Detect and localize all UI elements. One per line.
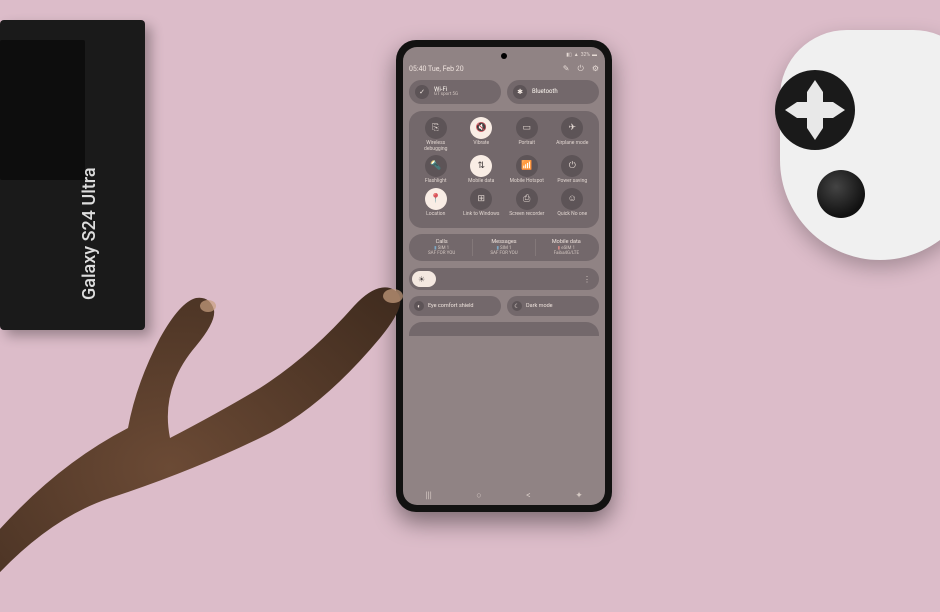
qs-tile-icon: ⎙ [516,188,538,210]
qs-tile-label: Vibrate [473,141,489,147]
product-box-label: Galaxy S24 Ultra [79,167,100,300]
brightness-slider[interactable]: ☀ ⋮ [409,268,599,290]
clock-text: 05:40 [409,65,426,73]
nav-back-icon[interactable]: < [526,491,531,501]
qs-tile-icon: ☺ [561,188,583,210]
phone-frame: ▮▯ ▲ 32% ▬ 05:40 Tue, Feb 20 ✎ ⏻ ⚙ ✓ Wi-… [396,40,612,512]
qs-tile-quick-no-one[interactable]: ☺ Quick No one [552,188,592,218]
brightness-icon: ☀ [418,275,425,284]
wifi-pill-sub: GT sport 5G [434,93,458,98]
product-box-art [0,40,85,180]
battery-icon: ▬ [592,52,597,58]
qs-tile-mobile-data[interactable]: ⇅ Mobile data [461,155,501,185]
sim-calls[interactable]: Calls ▮ SIM 1 SAF FOR YOU [411,239,472,256]
qs-tile-label: Mobile data [468,179,494,185]
eye-icon: ◐ [414,301,424,311]
qs-tile-label: Airplane mode [556,141,588,147]
front-camera-icon [501,53,507,59]
bluetooth-pill-icon: ✱ [513,85,527,99]
sim-messages[interactable]: Messages ▮ SIM 1 SAF FOR YOU [472,239,534,256]
qs-tile-screen-recorder[interactable]: ⎙ Screen recorder [507,188,547,218]
qs-tile-label: Power saving [557,179,587,185]
date-text: Tue, Feb 20 [428,65,464,73]
phone-screen[interactable]: ▮▯ ▲ 32% ▬ 05:40 Tue, Feb 20 ✎ ⏻ ⚙ ✓ Wi-… [403,47,605,505]
dark-mode-button[interactable]: ☾ Dark mode [507,296,599,316]
sim-mobile-data[interactable]: Mobile data ▮ eSIM 1 Faiba4G/LTE [535,239,597,256]
edit-icon[interactable]: ✎ [563,64,570,74]
nav-assist-icon[interactable]: ✦ [575,491,583,501]
qs-tile-flashlight[interactable]: 🔦 Flashlight [416,155,456,185]
product-box: Galaxy S24 Ultra [0,20,145,330]
qs-tile-label: Quick No one [557,212,587,218]
qs-tile-icon: ⇅ [470,155,492,177]
qs-tile-label: Wireless debugging [416,141,456,152]
qs-tile-icon: 🔇 [470,117,492,139]
qs-tile-portrait[interactable]: ▭ Portrait [507,117,547,152]
qs-tile-icon: 🔦 [425,155,447,177]
qs-tile-airplane-mode[interactable]: ✈ Airplane mode [552,117,592,152]
bluetooth-pill-label: Bluetooth [532,89,558,95]
qs-tile-label: Location [426,212,445,218]
settings-icon[interactable]: ⚙ [592,64,599,74]
qs-tile-icon: ▭ [516,117,538,139]
qs-tile-wireless-debugging[interactable]: ⎘ Wireless debugging [416,117,456,152]
qs-tile-vibrate[interactable]: 🔇 Vibrate [461,117,501,152]
signal-icon: ▮▯ [566,52,572,58]
qs-tile-icon: 📍 [425,188,447,210]
qs-tile-label: Portrait [518,141,535,147]
nav-bar: ||| ○ < ✦ [403,490,605,501]
wifi-pill[interactable]: ✓ Wi-Fi GT sport 5G [409,80,501,104]
eye-comfort-button[interactable]: ◐ Eye comfort shield [409,296,501,316]
qs-tile-icon: ✈ [561,117,583,139]
wifi-icon: ▲ [574,52,579,58]
wifi-pill-icon: ✓ [415,85,429,99]
qs-tile-label: Flashlight [425,179,447,185]
qs-tile-mobile-hotspot[interactable]: 📶 Mobile Hotspot [507,155,547,185]
qs-header: 05:40 Tue, Feb 20 ✎ ⏻ ⚙ [409,63,599,75]
qs-tile-location[interactable]: 📍 Location [416,188,456,218]
qs-tile-label: Screen recorder [509,212,544,218]
nav-recent-icon[interactable]: ||| [425,491,432,501]
game-controller [765,30,940,270]
qs-tile-link-to-windows[interactable]: ⊞ Link to Windows [461,188,501,218]
qs-tile-power-saving[interactable]: ⏻ Power saving [552,155,592,185]
quick-tiles-panel: ⎘ Wireless debugging 🔇 Vibrate ▭ Portrait ✈ Air… [409,111,599,228]
bluetooth-pill[interactable]: ✱ Bluetooth [507,80,599,104]
qs-tile-icon: ⏻ [561,155,583,177]
nav-home-icon[interactable]: ○ [476,490,481,501]
moon-icon: ☾ [512,301,522,311]
dpad-icon [775,70,855,150]
power-icon[interactable]: ⏻ [578,64,584,74]
brightness-more-icon[interactable]: ⋮ [583,275,591,284]
qs-tile-label: Mobile Hotspot [510,179,544,185]
battery-text: 32% [581,52,590,58]
qs-tile-icon: 📶 [516,155,538,177]
qs-tile-label: Link to Windows [463,212,500,218]
notification-peek[interactable] [409,322,599,336]
qs-tile-icon: ⊞ [470,188,492,210]
thumbstick-icon [817,170,865,218]
sim-manager-card[interactable]: Calls ▮ SIM 1 SAF FOR YOU Messages ▮ SIM… [409,234,599,261]
qs-tile-icon: ⎘ [425,117,447,139]
